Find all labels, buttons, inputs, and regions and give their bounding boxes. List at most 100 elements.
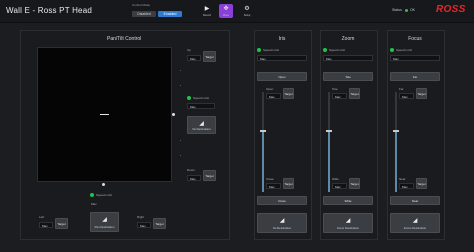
tick: [180, 70, 181, 71]
tilt-up-label: Up: [187, 48, 191, 52]
iris-speed-label: Speed Limit: [263, 48, 279, 52]
pan-speed-label: Speed Limit: [96, 193, 112, 197]
tilt-down-field[interactable]: Max: [187, 175, 201, 181]
toolbar-setup-button[interactable]: ⚙ Setup: [240, 4, 254, 18]
toolbar-move-button[interactable]: ✥ Move: [219, 4, 233, 18]
status-label: Status: [392, 8, 402, 12]
focus-destination-label: Focus Destination: [403, 226, 427, 230]
pan-destination-button[interactable]: ◢ Pan Destination: [90, 212, 119, 232]
zoom-upper-label: Tele: [332, 87, 338, 91]
iris-lower-target-button[interactable]: Target: [283, 178, 294, 189]
focus-title: Focus: [408, 36, 422, 42]
zoom-slider-thumb[interactable]: [326, 130, 332, 132]
destination-icon: ◢: [199, 121, 204, 127]
zoom-lower-target-button[interactable]: Target: [349, 178, 360, 189]
zoom-slider-fill: [328, 130, 330, 192]
iris-destination-label: No Destination: [272, 226, 292, 230]
app-title: Wall E - Ross PT Head: [6, 6, 93, 15]
iris-main-button[interactable]: Open: [257, 72, 307, 81]
pan-right-label: Right: [137, 215, 145, 219]
tilt-up-target-button[interactable]: Target: [203, 51, 216, 62]
control-mode-label: Control Mode: [132, 3, 151, 7]
focus-destination-button[interactable]: ◢ Focus Destination: [390, 213, 440, 233]
tilt-up-field[interactable]: Max: [187, 55, 201, 61]
focus-lower-field[interactable]: Max: [399, 183, 414, 189]
zoom-destination-button[interactable]: ◢ Zoom Destination: [323, 213, 373, 233]
zoom-lower-label: Wide: [332, 177, 339, 181]
iris-upper-field[interactable]: Max: [266, 93, 281, 99]
tilt-position-marker[interactable]: [172, 113, 175, 116]
focus-enabled-dot: [390, 48, 394, 52]
gear-icon: ⚙: [244, 6, 250, 12]
focus-bottom-button[interactable]: Near: [390, 196, 440, 205]
zoom-upper-field[interactable]: Max: [332, 93, 347, 99]
iris-title: Iris: [278, 36, 286, 42]
pantilt-title: Pan/Tilt Control: [107, 36, 142, 42]
iris-lower-label: Close: [266, 177, 274, 181]
focus-upper-field[interactable]: Max: [399, 93, 414, 99]
toolbar-setup-label: Setup: [243, 14, 251, 17]
toolbar-record-button[interactable]: ▶ Record: [200, 4, 214, 18]
focus-slider-thumb[interactable]: [393, 130, 399, 132]
tilt-enabled-dot: [187, 96, 191, 100]
iris-enabled-dot: [257, 48, 261, 52]
zoom-destination-label: Zoom Destination: [337, 226, 359, 230]
pan-destination-label: Pan Destination: [94, 225, 115, 229]
focus-lower-target-button[interactable]: Target: [416, 178, 427, 189]
pan-left-field[interactable]: Max: [39, 222, 53, 228]
mode-disabled-button[interactable]: Disabled: [132, 11, 156, 17]
tilt-destination-label: No Destination: [192, 127, 211, 131]
focus-slider-fill: [395, 130, 397, 192]
crosshair-icon: ✥: [223, 6, 229, 12]
status-value: OK: [409, 8, 415, 12]
joystick-crosshair: [100, 114, 109, 115]
zoom-main-button[interactable]: Tele: [323, 72, 373, 81]
pan-position-marker[interactable]: [102, 183, 105, 186]
focus-upper-target-button[interactable]: Target: [416, 88, 427, 99]
focus-main-button[interactable]: Far: [390, 72, 440, 81]
zoom-bottom-button[interactable]: Wide: [323, 196, 373, 205]
focus-speed-label: Speed Limit: [396, 48, 412, 52]
toolbar-record-label: Record: [202, 14, 212, 17]
tilt-destination-button[interactable]: ◢ No Destination: [187, 116, 216, 134]
tilt-down-label: Down: [187, 168, 195, 172]
app-window: Wall E - Ross PT Head Control Mode Disab…: [0, 0, 474, 252]
iris-lower-field[interactable]: Max: [266, 183, 281, 189]
status-dot-icon: [404, 8, 408, 12]
zoom-title: Zoom: [341, 36, 355, 42]
tilt-speed-label: Speed Limit: [193, 96, 209, 100]
iris-upper-target-button[interactable]: Target: [283, 88, 294, 99]
pan-left-target-button[interactable]: Target: [55, 218, 68, 229]
focus-speed-field[interactable]: Max: [390, 55, 440, 61]
iris-speed-field[interactable]: Max: [257, 55, 307, 61]
tick: [180, 140, 181, 141]
pantilt-joystick-pad[interactable]: [37, 47, 172, 182]
toolbar-move-label: Move: [222, 14, 230, 17]
top-bar: Wall E - Ross PT Head Control Mode Disab…: [0, 0, 474, 23]
pan-speed-value: Max: [91, 202, 97, 206]
zoom-enabled-dot: [323, 48, 327, 52]
pan-enabled-dot: [90, 193, 94, 197]
tilt-down-target-button[interactable]: Target: [203, 170, 216, 181]
zoom-upper-target-button[interactable]: Target: [349, 88, 360, 99]
pan-right-target-button[interactable]: Target: [153, 218, 166, 229]
zoom-lower-field[interactable]: Max: [332, 183, 347, 189]
destination-icon: ◢: [102, 217, 107, 223]
destination-icon: ◢: [279, 218, 285, 224]
iris-bottom-button[interactable]: Close: [257, 196, 307, 205]
status-indicator: Status OK: [392, 8, 415, 12]
iris-slider-thumb[interactable]: [260, 130, 266, 132]
focus-upper-label: Far: [399, 87, 404, 91]
pan-right-field[interactable]: Max: [137, 222, 151, 228]
tick: [180, 85, 181, 86]
iris-destination-button[interactable]: ◢ No Destination: [257, 213, 307, 233]
focus-lower-label: Near: [399, 177, 406, 181]
zoom-speed-field[interactable]: Max: [323, 55, 373, 61]
tick: [180, 155, 181, 156]
zoom-speed-label: Speed Limit: [329, 48, 345, 52]
tilt-speed-field[interactable]: Max: [187, 103, 215, 109]
pan-left-label: Left: [39, 215, 45, 219]
ross-logo: ROSS: [436, 4, 466, 15]
record-icon: ▶: [204, 6, 210, 12]
mode-enabled-button[interactable]: Enabled: [158, 11, 182, 17]
